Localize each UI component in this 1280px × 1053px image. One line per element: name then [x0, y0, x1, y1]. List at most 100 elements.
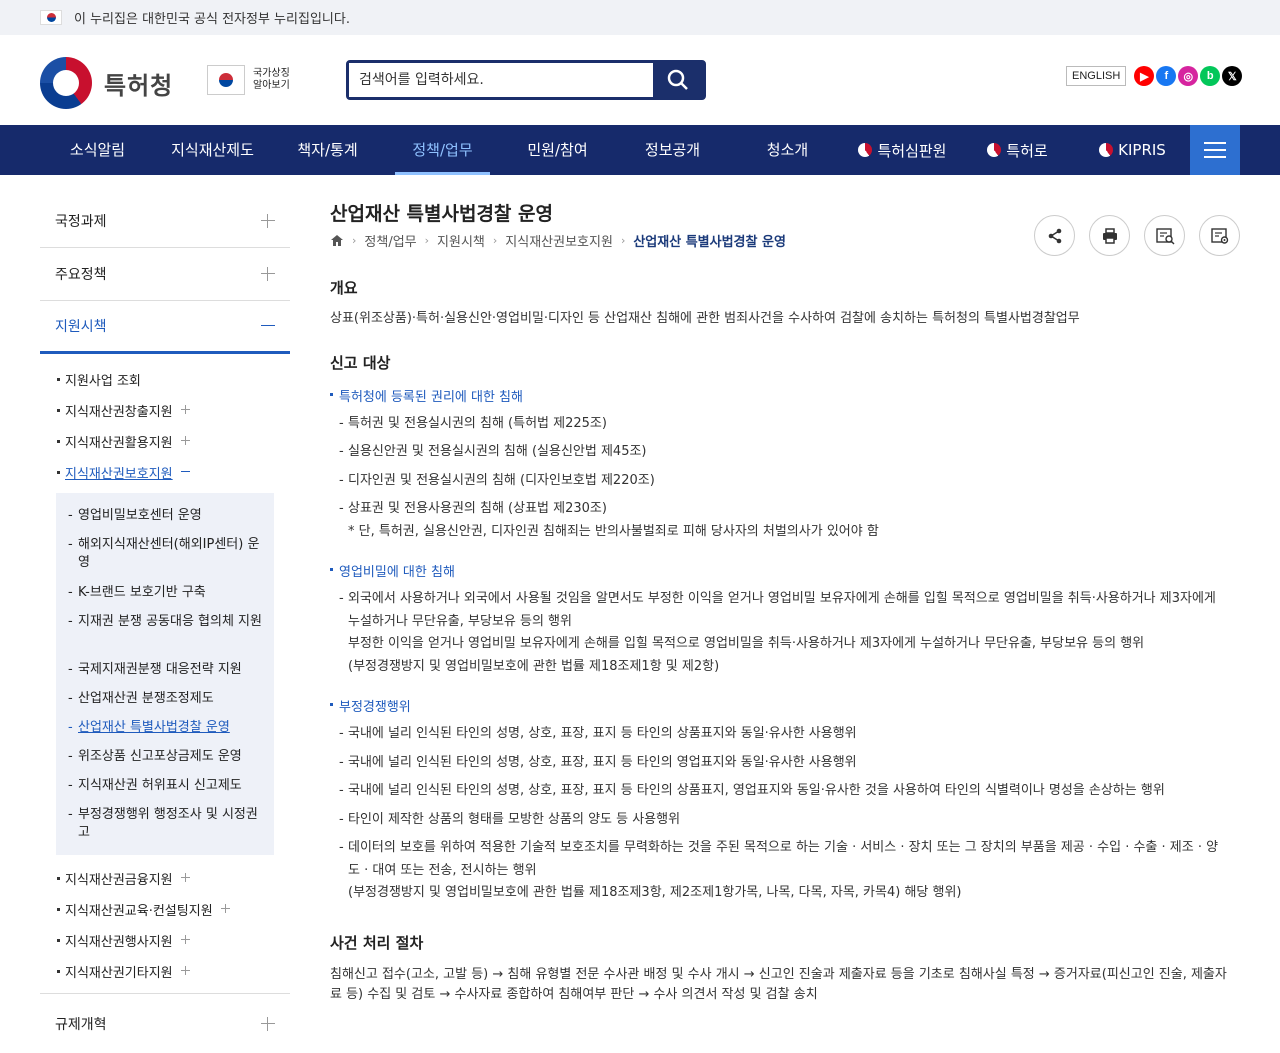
- lnb-sub-ip-protection[interactable]: 지식재산권보호지원: [40, 463, 280, 482]
- print-icon: [1102, 227, 1117, 244]
- document-search-icon: [1155, 227, 1174, 244]
- list-item: 국내에 널리 인식된 타인의 성명, 상호, 표장, 표지 등 타인의 상품표지…: [339, 780, 1239, 802]
- lnb-sub-ip-education[interactable]: 지식재산권교육·컨설팅지원: [40, 900, 280, 919]
- lnb-l3-mediation[interactable]: 산업재산권 분쟁조정제도: [68, 690, 263, 708]
- collapse-icon: [180, 467, 190, 476]
- nav-item-ip-system[interactable]: 지식재산제도: [155, 125, 270, 175]
- collapse-icon: [261, 319, 275, 333]
- blog-icon[interactable]: b: [1200, 66, 1221, 86]
- share-button[interactable]: [1034, 215, 1075, 256]
- home-icon[interactable]: [330, 234, 344, 247]
- list-item-continued: (부정경쟁방지 및 영업비밀보호에 관한 법률 제18조제1항 및 제2항): [348, 659, 720, 674]
- breadcrumb: › 정책/업무 › 지원시책 › 지식재산권보호지원 › 산업재산 특별사법경찰…: [330, 231, 786, 250]
- section-heading-process: 사건 처리 절차: [330, 934, 424, 952]
- kipo-mark-icon: [1099, 143, 1114, 157]
- note-text: * 단, 특허권, 실용신안권, 디자인권 침해죄는 반의사불벌죄로 피해 당사…: [348, 524, 879, 539]
- list-item-continued: 부정한 이익을 얻거나 영업비밀 보유자에게 손해를 입힐 목적으로 영업비밀을…: [348, 636, 1145, 651]
- breadcrumb-separator: ›: [352, 234, 357, 247]
- kipo-mark-icon: [858, 143, 873, 157]
- search-box: [346, 60, 706, 100]
- breadcrumb-item[interactable]: 지식재산권보호지원: [505, 231, 613, 250]
- process-text-line: 침해신고 접수(고소, 고발 등) → 침해 유형별 전문 수사관 배정 및 수…: [330, 967, 1227, 982]
- taegukgi-icon: [207, 65, 245, 95]
- all-menu-button[interactable]: [1190, 125, 1240, 175]
- lnb-l3-unfair-competition[interactable]: 부정경쟁행위 행정조사 및 시정권고: [68, 806, 263, 842]
- nav-link-ip-tribunal[interactable]: 특허심판원: [845, 125, 960, 175]
- lnb-sub-ip-enforcement[interactable]: 지식재산권행사지원: [40, 931, 280, 950]
- menu-icon: [1204, 142, 1226, 144]
- nav-link-label: 특허심판원: [877, 141, 947, 160]
- lnb-sub-ip-finance[interactable]: 지식재산권금융지원: [40, 869, 280, 888]
- youtube-icon[interactable]: ▶: [1134, 66, 1155, 86]
- list-item: 상표권 및 전용사용권의 침해 (상표법 제230조): [339, 498, 1239, 520]
- facebook-icon[interactable]: f: [1156, 66, 1177, 86]
- national-symbol-link[interactable]: 국가상징 알아보기: [207, 65, 297, 95]
- lnb-sub-ip-utilization[interactable]: 지식재산권활용지원: [40, 432, 280, 451]
- list-item: 실용신안권 및 전용실시권의 침해 (실용신안법 제45조): [339, 441, 1239, 463]
- list-item: 데이터의 보호를 위하여 적용한 기술적 보호조치를 무력화하는 것을 주된 목…: [339, 837, 1239, 859]
- nav-link-label: KIPRIS: [1118, 141, 1166, 159]
- lnb-l3-trade-secret-center[interactable]: 영업비밀보호센터 운영: [68, 507, 263, 525]
- menu-icon: [1204, 156, 1226, 158]
- breadcrumb-item[interactable]: 정책/업무: [364, 231, 416, 250]
- lnb-sub-ip-creation[interactable]: 지식재산권창출지원: [40, 401, 280, 420]
- instagram-icon[interactable]: ◎: [1178, 66, 1199, 86]
- side-menu: 국정과제 주요정책 지원시책 지원사업 조회 지식재산권창출지원 지식재산권활용…: [40, 195, 290, 1033]
- search-button[interactable]: [653, 63, 703, 97]
- subheading-trade-secrets: 영업비밀에 대한 침해: [330, 561, 455, 580]
- search-input[interactable]: [349, 63, 653, 97]
- page-info-button[interactable]: [1144, 215, 1185, 256]
- list-item: 국내에 널리 인식된 타인의 성명, 상호, 표장, 표지 등 타인의 영업표지…: [339, 752, 1239, 774]
- overview-text: 상표(위조상품)·특허·실용신안·영업비밀·디자인 등 산업재산 침해에 관한 …: [330, 311, 1080, 326]
- page-title: 산업재산 특별사법경찰 운영: [330, 203, 553, 225]
- expand-icon: [261, 214, 275, 228]
- lnb-l3-dispute-council[interactable]: 지재권 분쟁 공동대응 협의체 지원: [68, 613, 263, 631]
- lnb-sub-ip-other[interactable]: 지식재산권기타지원: [40, 962, 280, 981]
- nav-link-patent-net[interactable]: 특허로: [960, 125, 1075, 175]
- breadcrumb-item[interactable]: 지원시책: [437, 231, 485, 250]
- lnb-sub-label: 지식재산권교육·컨설팅지원: [65, 904, 213, 919]
- nav-link-kipris[interactable]: KIPRIS: [1075, 125, 1190, 175]
- nav-item-publications[interactable]: 책자/통계: [270, 125, 385, 175]
- breadcrumb-separator: ›: [620, 234, 626, 247]
- nav-item-news[interactable]: 소식알림: [40, 125, 155, 175]
- lnb-l3-intl-dispute[interactable]: 국제지재권분쟁 대응전략 지원: [68, 661, 263, 679]
- print-button[interactable]: [1089, 215, 1130, 256]
- main-nav: 소식알림 지식재산제도 책자/통계 정책/업무 민원/참여 정보공개 청소개 특…: [0, 125, 1280, 175]
- logo-mark-icon: [40, 57, 92, 109]
- document-settings-icon: [1210, 227, 1228, 244]
- page-tools: [1034, 215, 1240, 256]
- lnb-label: 국정과제: [55, 214, 107, 230]
- nav-item-policy[interactable]: 정책/업무: [385, 125, 500, 175]
- list-item-continued: 누설하거나 무단유출, 부당보유 등의 행위: [348, 614, 572, 629]
- manager-info-button[interactable]: [1199, 215, 1240, 256]
- kipo-mark-icon: [987, 143, 1002, 157]
- menu-icon: [1204, 149, 1226, 151]
- nav-item-info[interactable]: 정보공개: [615, 125, 730, 175]
- lnb-l3-counterfeit-reward[interactable]: 위조상품 신고포상금제도 운영: [68, 748, 263, 766]
- lnb-label: 주요정책: [55, 267, 107, 283]
- lnb-sub-label: 지식재산권보호지원: [65, 467, 173, 482]
- lnb-sub-support-search[interactable]: 지원사업 조회: [40, 370, 280, 389]
- symbol-text: 국가상징 알아보기: [253, 68, 290, 91]
- lnb-item-regulatory-reform[interactable]: 규제개혁: [40, 993, 290, 1053]
- nav-item-civil[interactable]: 민원/참여: [500, 125, 615, 175]
- kipo-logo[interactable]: 특허청: [40, 57, 173, 109]
- subheading-unfair-competition: 부정경쟁행위: [330, 696, 411, 715]
- lnb-l3-k-brand[interactable]: K-브랜드 보호기반 구축: [68, 584, 263, 602]
- lnb-item-support-policies[interactable]: 지원시책: [40, 301, 290, 354]
- lnb-l3-false-marking[interactable]: 지식재산권 허위표시 신고제도: [68, 777, 263, 795]
- lnb-item-national-tasks[interactable]: 국정과제: [40, 195, 290, 248]
- lnb-l3-special-police[interactable]: 산업재산 특별사법경찰 운영: [68, 719, 263, 737]
- lnb-l3-overseas-ip-center[interactable]: 해외지식재산센터(해외IP센터) 운영: [68, 536, 263, 572]
- nav-item-about[interactable]: 청소개: [730, 125, 845, 175]
- lnb-item-major-policies[interactable]: 주요정책: [40, 248, 290, 301]
- lnb-sub-label: 지식재산권활용지원: [65, 436, 173, 451]
- list-item-continued: (부정경쟁방지 및 영업비밀보호에 관한 법률 제18조제3항, 제2조제1항가…: [348, 885, 962, 900]
- process-text-line: 료 등) 수집 및 검토 → 수사자료 종합하여 침해여부 판단 → 수사 의견…: [330, 987, 818, 1002]
- list-item: 특허권 및 전용실시권의 침해 (특허법 제225조): [339, 413, 1239, 435]
- logo-text: 특허청: [104, 71, 174, 100]
- x-icon[interactable]: 𝕏: [1222, 66, 1243, 86]
- english-link[interactable]: ENGLISH: [1066, 66, 1127, 86]
- lnb-sub-label: 지식재산권행사지원: [65, 935, 173, 950]
